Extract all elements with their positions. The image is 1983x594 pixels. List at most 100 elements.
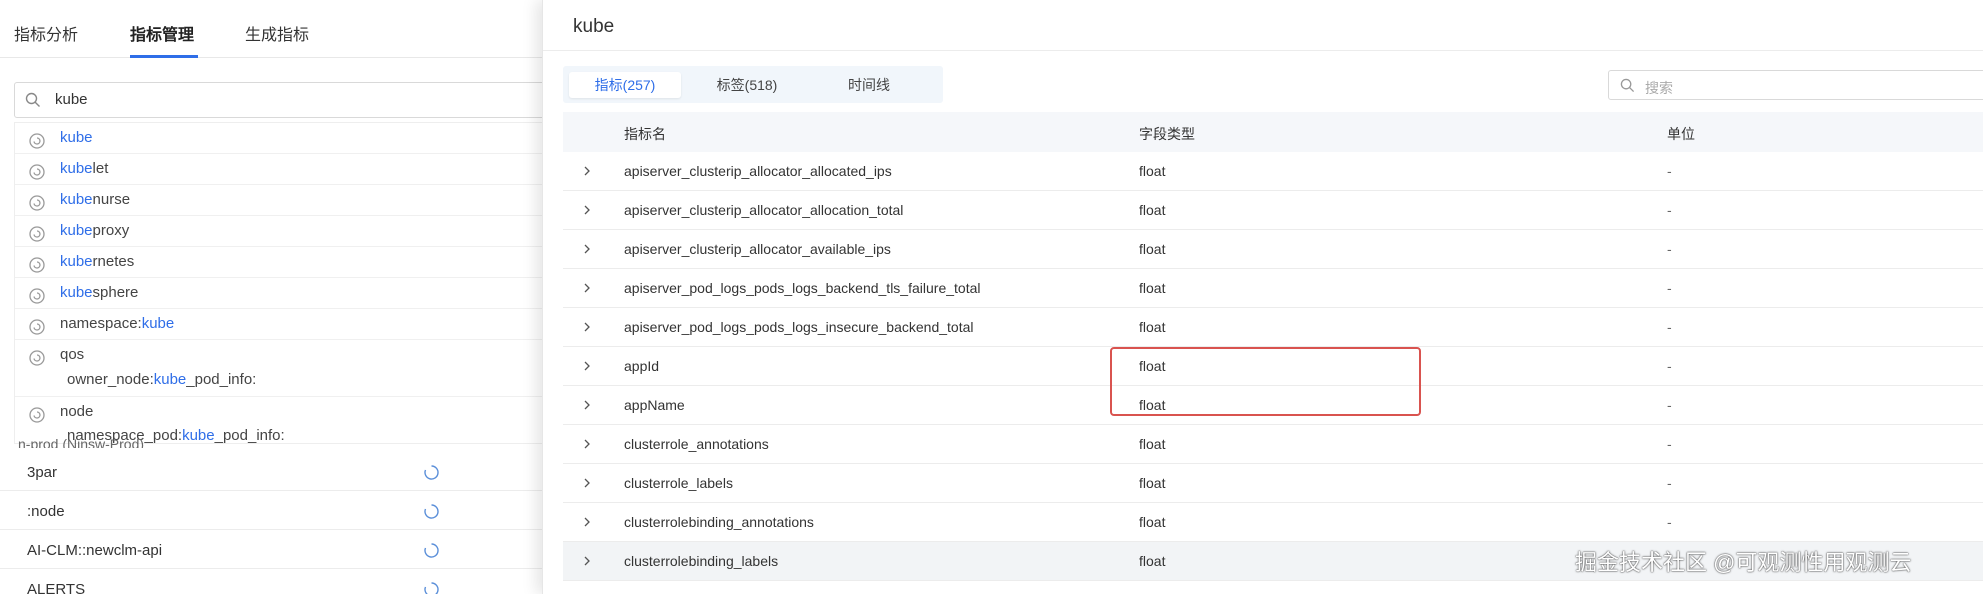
metric-type: float bbox=[1139, 358, 1166, 374]
list-item-name: AI-CLM::newclm-api bbox=[27, 542, 163, 559]
suggestion-item[interactable]: qos owner_node:kube_pod_info: bbox=[15, 340, 543, 397]
drawer-search-input[interactable]: 搜索 bbox=[1608, 70, 1983, 100]
suggestion-match: kube bbox=[60, 160, 93, 177]
tab-metrics[interactable]: 指标(257) bbox=[569, 72, 681, 98]
left-tabs: 指标分析 指标管理 生成指标 bbox=[0, 0, 545, 58]
drawer-tabs: 指标(257) 标签(518) 时间线 bbox=[563, 66, 943, 103]
table-header: 指标名 字段类型 单位 bbox=[563, 112, 1983, 152]
list-item[interactable]: AI-CLM::newclm-api bbox=[0, 530, 545, 569]
table-row[interactable]: apiserver_clusterip_allocator_available_… bbox=[563, 230, 1983, 269]
metric-unit: - bbox=[1667, 436, 1672, 452]
table-row[interactable]: apiserver_clusterip_allocator_allocation… bbox=[563, 191, 1983, 230]
column-header-unit: 单位 bbox=[1667, 126, 1695, 142]
search-icon bbox=[25, 92, 40, 107]
metric-name: appName bbox=[624, 397, 685, 413]
table-row[interactable]: clusterrole_labels float - bbox=[563, 464, 1983, 503]
suggestion-sub-match: kube bbox=[182, 427, 215, 444]
suggestion-item[interactable]: kube bbox=[15, 123, 543, 154]
list-item[interactable]: :node bbox=[0, 491, 545, 530]
suggestion-rest: rnetes bbox=[92, 253, 135, 270]
metric-search-input[interactable]: kube bbox=[14, 82, 554, 118]
list-item-partial: n-prod (Ninsw-Prod) bbox=[18, 436, 145, 448]
metric-type: float bbox=[1139, 319, 1166, 335]
metric-type: float bbox=[1139, 280, 1166, 296]
metric-icon bbox=[29, 257, 45, 273]
metric-icon bbox=[29, 319, 45, 335]
metric-name: appId bbox=[624, 358, 660, 374]
metric-name: apiserver_clusterip_allocator_allocated_… bbox=[624, 163, 892, 179]
chevron-right-icon[interactable] bbox=[581, 321, 593, 333]
metric-name: apiserver_pod_logs_pods_logs_backend_tls… bbox=[624, 280, 981, 296]
metric-unit: - bbox=[1667, 319, 1672, 335]
tab-generate-metrics[interactable]: 生成指标 bbox=[245, 21, 309, 45]
chevron-right-icon[interactable] bbox=[581, 516, 593, 528]
table-row[interactable]: appId float - bbox=[563, 347, 1983, 386]
metric-icon bbox=[29, 226, 45, 242]
suggestion-item[interactable]: kubenurse bbox=[15, 185, 543, 216]
tab-timeline[interactable]: 时间线 bbox=[813, 72, 925, 98]
chevron-right-icon[interactable] bbox=[581, 555, 593, 567]
chevron-right-icon[interactable] bbox=[581, 438, 593, 450]
suggestion-item[interactable]: kubernetes bbox=[15, 247, 543, 278]
tab-metrics-analysis[interactable]: 指标分析 bbox=[14, 21, 78, 45]
metric-unit: - bbox=[1667, 475, 1672, 491]
column-header-type: 字段类型 bbox=[1139, 126, 1195, 142]
metric-unit: - bbox=[1667, 202, 1672, 218]
suggestion-item[interactable]: kubelet bbox=[15, 154, 543, 185]
tab-tags[interactable]: 标签(518) bbox=[691, 72, 803, 98]
chevron-right-icon[interactable] bbox=[581, 165, 593, 177]
list-item-name: ALERTS bbox=[27, 581, 86, 594]
chevron-right-icon[interactable] bbox=[581, 360, 593, 372]
metric-unit: - bbox=[1667, 358, 1672, 374]
tab-metrics-management[interactable]: 指标管理 bbox=[130, 21, 194, 45]
suggestion-text: qos bbox=[60, 346, 85, 363]
table-row[interactable]: apiserver_pod_logs_pods_logs_insecure_ba… bbox=[563, 308, 1983, 347]
metrics-left-panel: 指标分析 指标管理 生成指标 kube kube kubelet kubenur… bbox=[0, 0, 554, 594]
watermark: 掘金技术社区 @可观测性用观测云 bbox=[1575, 550, 1912, 575]
table-row[interactable]: clusterrole_annotations float - bbox=[563, 425, 1983, 464]
suggestion-rest: nurse bbox=[92, 191, 131, 208]
metric-type: float bbox=[1139, 475, 1166, 491]
chevron-right-icon[interactable] bbox=[581, 204, 593, 216]
search-placeholder: 搜索 bbox=[1645, 80, 1673, 96]
table-row[interactable]: appName float - bbox=[563, 386, 1983, 425]
chevron-right-icon[interactable] bbox=[581, 282, 593, 294]
list-item[interactable]: 3par bbox=[0, 452, 545, 491]
suggestion-rest: proxy bbox=[92, 222, 130, 239]
suggestion-rest: let bbox=[92, 160, 109, 177]
metric-type: float bbox=[1139, 436, 1166, 452]
loading-icon bbox=[424, 582, 439, 594]
suggestion-item[interactable]: kubeproxy bbox=[15, 216, 543, 247]
list-item[interactable]: ALERTS bbox=[0, 569, 545, 594]
suggestion-text: node bbox=[60, 403, 94, 420]
metric-type: float bbox=[1139, 397, 1166, 413]
divider bbox=[543, 50, 1983, 51]
suggestion-sub-rest: _pod_info: bbox=[214, 427, 285, 444]
metric-type: float bbox=[1139, 514, 1166, 530]
metric-icon bbox=[29, 350, 45, 366]
metric-unit: - bbox=[1667, 280, 1672, 296]
suggestion-sub-match: kube bbox=[153, 371, 187, 388]
chevron-right-icon[interactable] bbox=[581, 243, 593, 255]
metric-unit: - bbox=[1667, 163, 1672, 179]
search-icon bbox=[1620, 78, 1635, 93]
search-suggestions-dropdown: kube kubelet kubenurse kubeproxy kuberne… bbox=[14, 122, 544, 444]
active-tab-indicator bbox=[130, 55, 198, 58]
loading-icon bbox=[424, 504, 439, 519]
suggestion-match: kube bbox=[60, 129, 93, 146]
suggestion-item[interactable]: kubesphere bbox=[15, 278, 543, 309]
metric-unit: - bbox=[1667, 397, 1672, 413]
chevron-right-icon[interactable] bbox=[581, 477, 593, 489]
metric-name: clusterrole_labels bbox=[624, 475, 733, 491]
table-row[interactable]: apiserver_clusterip_allocator_allocated_… bbox=[563, 152, 1983, 191]
metric-unit: - bbox=[1667, 514, 1672, 530]
suggestion-item[interactable]: namespace:kube bbox=[15, 309, 543, 340]
table-row[interactable]: clusterrolebinding_annotations float - bbox=[563, 503, 1983, 542]
metric-icon bbox=[29, 407, 45, 423]
loading-icon bbox=[424, 465, 439, 480]
table-row[interactable]: apiserver_pod_logs_pods_logs_backend_tls… bbox=[563, 269, 1983, 308]
metric-unit: - bbox=[1667, 241, 1672, 257]
metric-icon bbox=[29, 288, 45, 304]
metric-icon bbox=[29, 195, 45, 211]
chevron-right-icon[interactable] bbox=[581, 399, 593, 411]
